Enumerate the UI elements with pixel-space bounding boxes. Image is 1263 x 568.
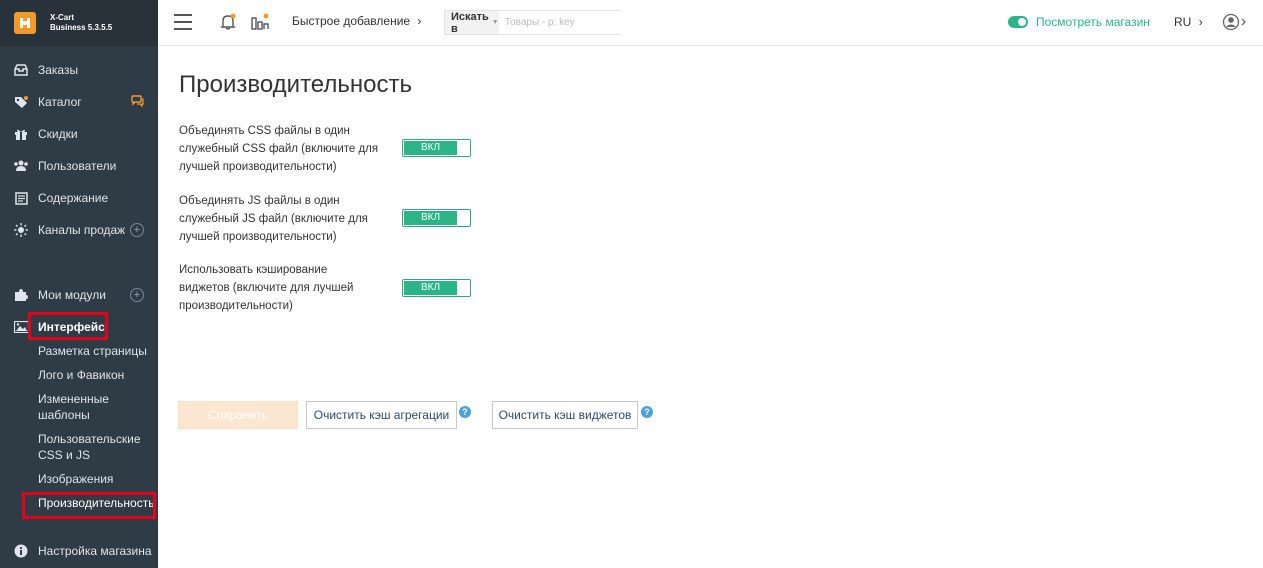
quick-add-menu[interactable]: Быстрое добавление › bbox=[292, 14, 421, 28]
expand-plus-icon[interactable]: + bbox=[130, 223, 144, 237]
sidebar-item-store-setup[interactable]: Настройка магазина bbox=[0, 535, 158, 567]
inbox-icon bbox=[13, 62, 29, 78]
gift-icon bbox=[13, 126, 29, 142]
users-icon bbox=[13, 158, 29, 174]
css-aggregation-toggle[interactable]: ВКЛ bbox=[402, 139, 471, 157]
toggle-state: ВКЛ bbox=[404, 211, 457, 225]
tags-icon bbox=[13, 94, 29, 110]
widget-cache-toggle[interactable]: ВКЛ bbox=[402, 279, 471, 297]
xcart-logo-icon bbox=[14, 12, 36, 34]
sidebar-item-catalog[interactable]: Каталог bbox=[0, 86, 158, 118]
store-status-toggle[interactable] bbox=[1008, 16, 1028, 28]
sidebar-subitem-images[interactable]: Изображения bbox=[38, 471, 156, 487]
sidebar-item-label: Настройка магазина bbox=[38, 544, 152, 558]
setting-label-js-aggregation: Объединять JS файлы в один служебный JS … bbox=[179, 195, 368, 243]
info-icon bbox=[13, 543, 29, 559]
sidebar-item-label: Каталог bbox=[38, 95, 82, 109]
sidebar-item-label: Заказы bbox=[38, 63, 79, 77]
highlight-performance bbox=[22, 492, 156, 519]
sidebar-item-content[interactable]: Содержание bbox=[0, 182, 158, 214]
user-menu[interactable] bbox=[1222, 13, 1248, 36]
store-chart-icon[interactable] bbox=[250, 12, 270, 32]
brand-text: X-Cart Business 5.3.5.5 bbox=[50, 13, 112, 33]
bell-icon[interactable] bbox=[218, 12, 238, 32]
top-header: Быстрое добавление › Искать в ▼ Посмотре… bbox=[158, 0, 1263, 46]
sidebar-item-label: Мои модули bbox=[38, 288, 106, 302]
sidebar-item-discounts[interactable]: Скидки bbox=[0, 118, 158, 150]
sidebar-item-label: Пользователи bbox=[38, 159, 117, 173]
toggle-state: ВКЛ bbox=[404, 281, 457, 295]
save-button[interactable]: Сохранить bbox=[178, 401, 298, 429]
menu-icon[interactable] bbox=[174, 14, 192, 30]
page-title: Производительность bbox=[179, 71, 412, 98]
highlight-interface bbox=[28, 312, 108, 340]
sidebar-subitem-modified-templates[interactable]: Измененные шаблоны bbox=[38, 391, 128, 423]
brand-version: Business 5.3.5.5 bbox=[50, 23, 113, 32]
help-icon[interactable]: ? bbox=[641, 406, 653, 418]
sun-icon bbox=[13, 222, 29, 238]
view-store-label: Посмотреть магазин bbox=[1036, 15, 1150, 29]
chevron-right-icon: › bbox=[417, 14, 422, 28]
sidebar-item-label: Скидки bbox=[38, 127, 78, 141]
sidebar-subitem-custom-css-js[interactable]: Пользовательские CSS и JS bbox=[38, 431, 146, 463]
sidebar-item-label: Каналы продаж bbox=[38, 223, 126, 237]
js-aggregation-toggle[interactable]: ВКЛ bbox=[402, 209, 471, 227]
language-selector[interactable]: RU › bbox=[1174, 15, 1203, 29]
clear-aggregation-cache-button[interactable]: Очистить кэш агрегации bbox=[306, 401, 457, 429]
setting-label-widget-cache: Использовать кэширование виджетов (включ… bbox=[179, 264, 354, 312]
search-box: Искать в ▼ bbox=[444, 10, 637, 35]
chat-icon[interactable] bbox=[131, 95, 144, 110]
brand[interactable]: X-Cart Business 5.3.5.5 bbox=[0, 0, 158, 46]
sidebar-subitem-logo-favicon[interactable]: Лого и Фавикон bbox=[38, 367, 156, 383]
view-store-link[interactable]: Посмотреть магазин bbox=[1008, 15, 1150, 29]
sidebar-item-my-modules[interactable]: Мои модули + bbox=[0, 279, 158, 311]
clear-widget-cache-button[interactable]: Очистить кэш виджетов bbox=[492, 401, 638, 429]
setting-label-css-aggregation: Объединять CSS файлы в один служебный CS… bbox=[179, 125, 379, 173]
chevron-right-icon: › bbox=[1198, 15, 1203, 29]
puzzle-icon bbox=[13, 287, 29, 303]
language-label: RU bbox=[1174, 15, 1192, 29]
brand-name: X-Cart bbox=[50, 13, 75, 22]
sidebar-subitem-page-layout[interactable]: Разметка страницы bbox=[38, 343, 156, 359]
sidebar-item-orders[interactable]: Заказы bbox=[0, 54, 158, 86]
quick-add-label: Быстрое добавление bbox=[292, 14, 411, 28]
search-input[interactable] bbox=[498, 11, 637, 34]
toggle-state: ВКЛ bbox=[404, 141, 457, 155]
image-icon bbox=[13, 319, 29, 335]
search-scope-label: Искать в bbox=[451, 10, 489, 35]
sidebar-item-label: Содержание bbox=[38, 191, 109, 205]
content-icon bbox=[13, 190, 29, 206]
search-scope-select[interactable]: Искать в ▼ bbox=[445, 10, 499, 35]
sidebar-item-sales-channels[interactable]: Каналы продаж + bbox=[0, 214, 158, 246]
sidebar-item-users[interactable]: Пользователи bbox=[0, 150, 158, 182]
caret-down-icon: ▼ bbox=[491, 19, 499, 26]
expand-plus-icon[interactable]: + bbox=[130, 288, 144, 302]
sidebar: X-Cart Business 5.3.5.5 Заказы Каталог С… bbox=[0, 0, 158, 568]
help-icon[interactable]: ? bbox=[459, 406, 471, 418]
